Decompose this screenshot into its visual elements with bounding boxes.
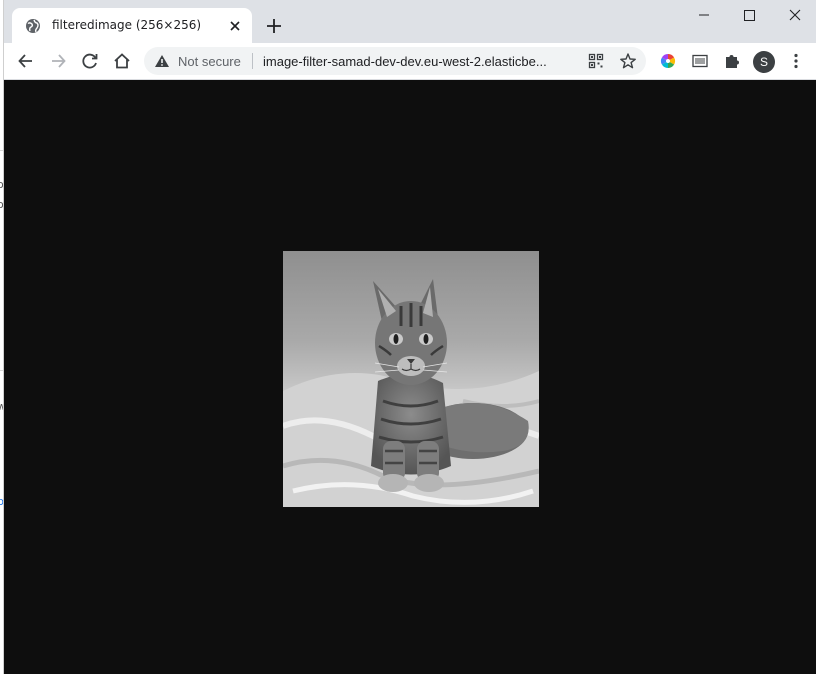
globe-icon: [26, 19, 40, 33]
home-icon[interactable]: [112, 51, 132, 71]
puzzle-icon[interactable]: [722, 51, 742, 71]
plus-icon[interactable]: [264, 16, 284, 36]
qr-code-icon[interactable]: [588, 53, 604, 69]
toolbar: Not secure image-filter-samad-dev-dev.eu…: [4, 43, 816, 80]
arrow-left-icon[interactable]: [16, 51, 36, 71]
reload-icon[interactable]: [80, 51, 100, 71]
warning-triangle-icon[interactable]: [154, 54, 170, 68]
cat-photo[interactable]: [283, 251, 539, 507]
minimize-icon[interactable]: [692, 6, 716, 24]
maximize-icon[interactable]: [737, 6, 761, 24]
image-viewer: [4, 80, 816, 674]
browser-tab[interactable]: filteredimage (256×256): [12, 8, 252, 43]
tab-strip: filteredimage (256×256): [4, 0, 816, 43]
address-bar[interactable]: Not secure image-filter-samad-dev-dev.eu…: [144, 47, 646, 75]
kebab-menu-icon[interactable]: [786, 51, 806, 71]
tab-title: filteredimage (256×256): [52, 18, 202, 32]
avatar[interactable]: S: [753, 51, 775, 73]
url-text[interactable]: image-filter-samad-dev-dev.eu-west-2.ela…: [263, 54, 578, 69]
arrow-right-icon[interactable]: [48, 51, 68, 71]
star-icon[interactable]: [619, 52, 637, 70]
barcode-icon[interactable]: [690, 51, 710, 71]
security-status[interactable]: Not secure: [178, 54, 241, 69]
color-wheel-icon[interactable]: [658, 51, 678, 71]
divider: [252, 53, 253, 69]
close-window-icon[interactable]: [783, 6, 807, 24]
browser-window: filteredimage (256×256) Not secure image…: [4, 0, 816, 674]
close-icon[interactable]: [227, 18, 243, 34]
